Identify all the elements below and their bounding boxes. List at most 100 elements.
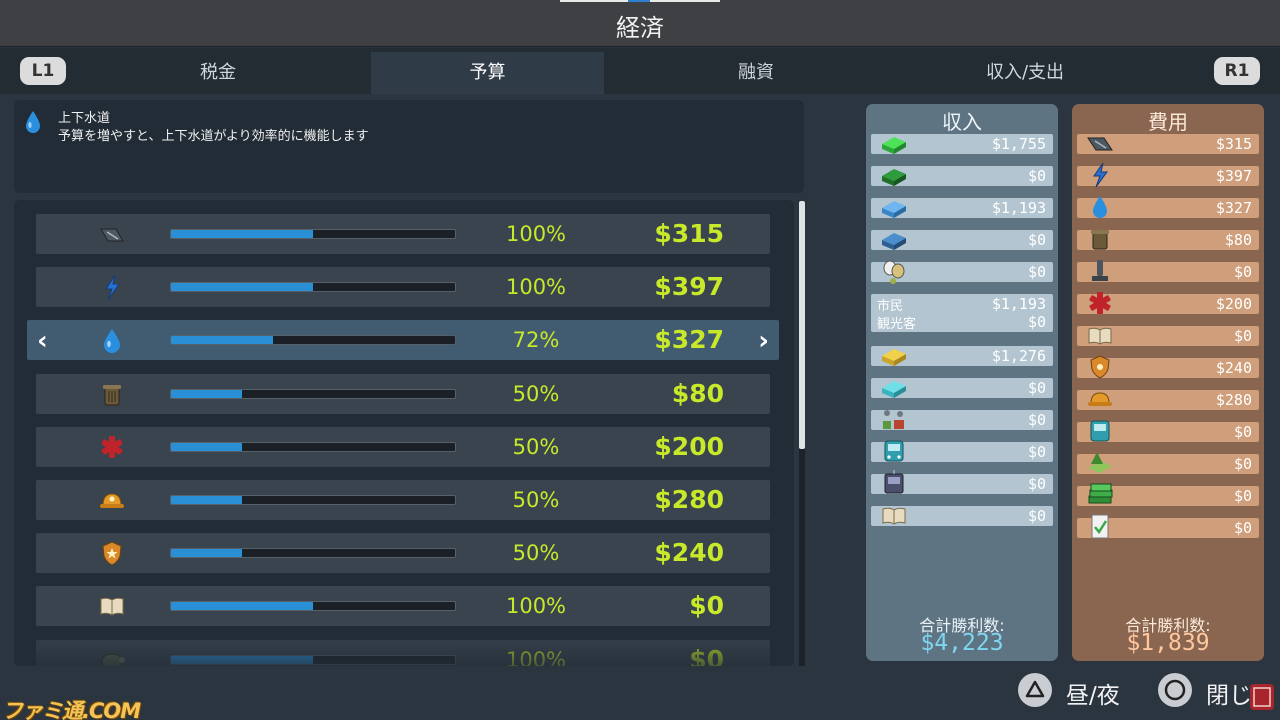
budget-percent: 50% (512, 435, 560, 459)
health-cross-icon (101, 436, 123, 458)
expense-row: $240 (1077, 355, 1259, 379)
tab-income-expense[interactable]: 収入/支出 (890, 52, 1160, 94)
budget-row-police[interactable]: 50% $240 (36, 533, 770, 573)
garbage-bin-icon (103, 385, 121, 406)
expense-row: $280 (1077, 390, 1259, 410)
office-cyan-icon (882, 381, 906, 398)
park-icon (1088, 452, 1112, 473)
income-panel: 収入 $1,755 $0 $1,193 $0 $0 市民 $1,193 観光客 … (866, 104, 1058, 661)
tab-budget[interactable]: 予算 (371, 52, 604, 94)
chevron-right-icon[interactable]: › (758, 326, 769, 356)
education-book-icon (1088, 327, 1112, 345)
income-row-residents-tourists: 市民 $1,193 観光客 $0 (871, 294, 1053, 332)
turtle-icon (101, 653, 125, 666)
tab-loans[interactable]: 融資 (622, 52, 890, 94)
education-book-icon (100, 597, 124, 616)
l1-button[interactable]: L1 (20, 57, 66, 85)
income-value: $1,755 (991, 135, 1046, 153)
tram-icon (884, 470, 904, 494)
budget-slider[interactable] (170, 495, 456, 505)
expense-value: $0 (1233, 263, 1252, 281)
budget-row-parks[interactable]: 100% $0 (36, 640, 770, 666)
budget-slider[interactable] (170, 548, 456, 558)
budget-row-water[interactable]: ‹ 72% $327 › (27, 320, 779, 360)
income-value: $0 (1027, 167, 1046, 185)
budget-amount: $315 (654, 219, 724, 248)
income-value: $1,193 (991, 199, 1046, 217)
expense-value: $0 (1233, 327, 1252, 345)
expense-value: $0 (1233, 519, 1252, 537)
description-panel: 上下水道 予算を増やすと、上下水道がより効率的に機能します (14, 100, 804, 193)
budget-percent: 72% (512, 328, 560, 352)
income-row: $0 (871, 378, 1053, 398)
budget-row-garbage[interactable]: 50% $80 (36, 374, 770, 414)
industrial-yellow-icon (882, 349, 906, 366)
budget-row-electricity[interactable]: 100% $397 (36, 267, 770, 307)
expense-row: $0 (1077, 420, 1259, 442)
budget-row-fire[interactable]: 50% $280 (36, 480, 770, 520)
page-title: 経済 (616, 14, 664, 42)
scrollbar-thumb[interactable] (799, 201, 805, 449)
expense-row: $80 (1077, 230, 1259, 250)
budget-row-health[interactable]: 50% $200 (36, 427, 770, 467)
budget-amount: $0 (689, 591, 724, 620)
expense-row: $0 (1077, 326, 1259, 346)
expense-row: $200 (1077, 292, 1259, 314)
expense-row: $327 (1077, 196, 1259, 218)
water-drop-icon (24, 110, 42, 140)
income-value: $0 (1027, 263, 1046, 281)
expense-value: $280 (1215, 391, 1252, 409)
expense-row: $0 (1077, 260, 1259, 282)
budget-amount: $200 (654, 432, 724, 461)
expense-row: $0 (1077, 483, 1259, 506)
r1-button[interactable]: R1 (1214, 57, 1260, 85)
garbage-bin-icon (1091, 230, 1109, 250)
budget-percent: 100% (505, 594, 567, 618)
budget-amount: $80 (671, 379, 724, 408)
top-indicator (560, 0, 720, 2)
citizens-label: 市民 (877, 299, 904, 314)
income-value: $0 (1027, 379, 1046, 397)
chevron-left-icon[interactable]: ‹ (37, 326, 48, 356)
road-icon (100, 228, 124, 242)
farming-icon (883, 410, 904, 429)
scrollbar[interactable] (799, 201, 805, 666)
tab-bar: L1 税金 予算 融資 収入/支出 R1 (0, 48, 1280, 94)
expenses-panel: 費用 $315 $397 $327 $80 $0 $200 $0 $240 $2… (1072, 104, 1264, 661)
tab-tax[interactable]: 税金 (84, 52, 352, 94)
tourists-label: 観光客 (877, 317, 917, 332)
income-row: $0 (871, 230, 1053, 250)
budget-row-roads[interactable]: 100% $315 (36, 214, 770, 254)
budget-percent: 50% (512, 382, 560, 406)
budget-list[interactable]: 100% $315 100% $397 ‹ 72% $327 › 50% $80… (14, 200, 794, 666)
income-row: $0 (871, 440, 1053, 462)
watermark-seal-icon (1250, 684, 1274, 710)
income-value: $0 (1027, 411, 1046, 429)
budget-slider[interactable] (170, 282, 456, 292)
income-row: $0 (871, 260, 1053, 284)
budget-slider[interactable] (170, 601, 456, 611)
expense-value: $240 (1215, 359, 1252, 377)
book-icon (882, 507, 906, 525)
monument-icon (1092, 260, 1108, 281)
expense-row: $0 (1077, 452, 1259, 474)
citizens-value: $1,193 (991, 295, 1046, 313)
budget-amount: $0 (689, 645, 724, 666)
budget-row-education[interactable]: 100% $0 (36, 586, 770, 626)
income-row: $1,193 (871, 198, 1053, 218)
budget-amount: $240 (654, 538, 724, 567)
expense-value: $397 (1215, 167, 1252, 185)
police-badge-icon (102, 541, 122, 566)
budget-slider[interactable] (170, 442, 456, 452)
budget-slider[interactable] (170, 335, 456, 345)
budget-slider[interactable] (170, 229, 456, 239)
budget-slider[interactable] (170, 655, 456, 665)
fire-helmet-icon (1088, 392, 1112, 406)
residential-green-icon (882, 137, 906, 154)
expense-value: $327 (1215, 199, 1252, 217)
expense-row: $397 (1077, 162, 1259, 188)
description-title: 上下水道 (58, 111, 111, 126)
budget-percent: 100% (505, 648, 567, 666)
tourism-masks-icon (883, 260, 905, 284)
budget-slider[interactable] (170, 389, 456, 399)
